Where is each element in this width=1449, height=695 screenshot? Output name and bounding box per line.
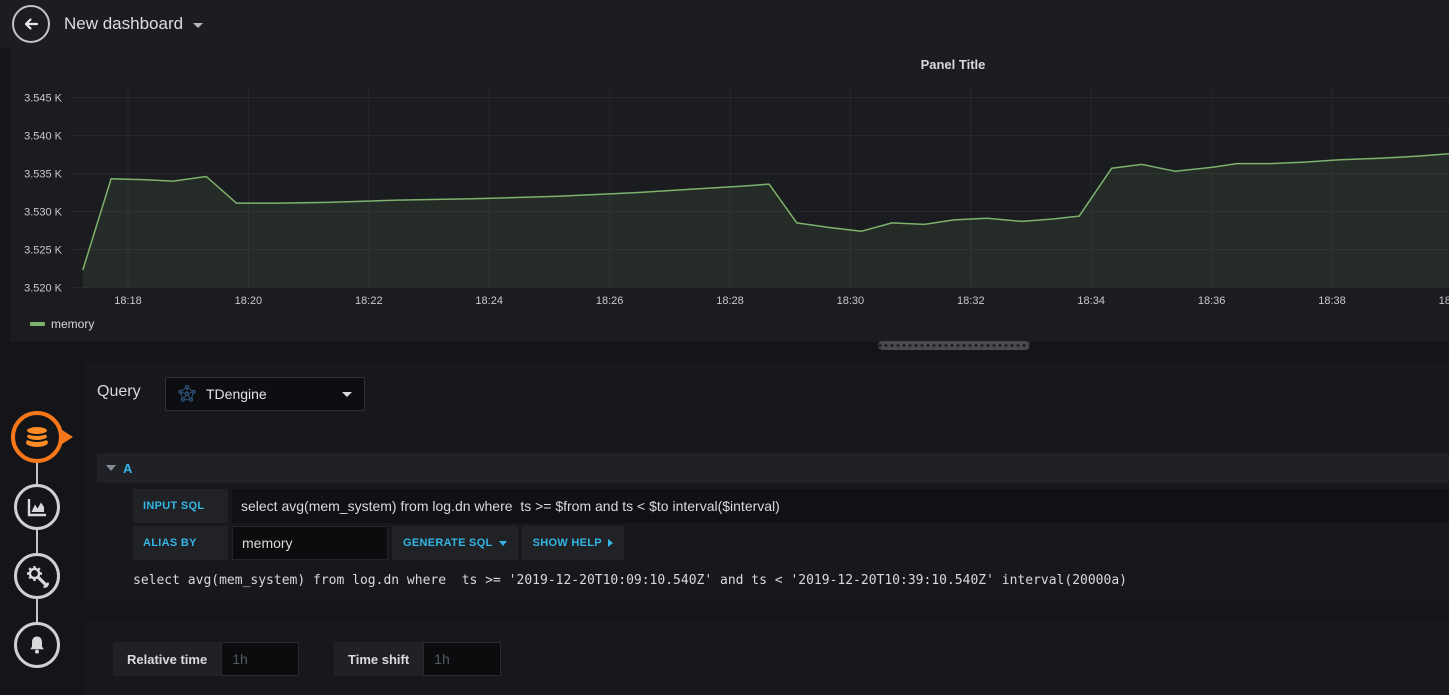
svg-text:18:40: 18:40 — [1439, 295, 1449, 307]
chart-icon — [27, 499, 46, 517]
generate-sql-button[interactable]: GENERATE SQL — [392, 526, 518, 560]
panel-resize-handle[interactable] — [878, 341, 1030, 350]
input-sql-label: INPUT SQL — [133, 489, 228, 523]
show-help-button[interactable]: SHOW HELP — [521, 526, 624, 560]
svg-text:18:36: 18:36 — [1198, 295, 1226, 307]
legend-color-marker — [30, 322, 45, 326]
svg-text:18:18: 18:18 — [114, 295, 142, 307]
collapse-caret-icon — [106, 465, 116, 471]
svg-text:18:34: 18:34 — [1077, 295, 1105, 307]
svg-text:18:30: 18:30 — [837, 295, 865, 307]
panel-title[interactable]: Panel Title — [10, 57, 1449, 72]
tab-queries[interactable] — [11, 411, 63, 463]
time-shift-group: Time shift — [334, 642, 502, 676]
query-editor-section: Query TDengine A INPUT SQL ALIAS BY GENE… — [85, 363, 1449, 600]
tab-general-settings[interactable] — [14, 553, 60, 599]
chevron-right-icon — [607, 539, 613, 547]
query-row-header-A[interactable]: A — [97, 453, 1449, 483]
chevron-down-icon — [498, 540, 507, 546]
datasource-picker[interactable]: TDengine — [165, 377, 365, 411]
query-ref-id: A — [123, 460, 133, 476]
back-button[interactable] — [12, 5, 50, 43]
svg-text:18:22: 18:22 — [355, 295, 383, 307]
show-help-label: SHOW HELP — [532, 537, 602, 549]
time-shift-label: Time shift — [334, 642, 424, 676]
svg-text:18:26: 18:26 — [596, 295, 624, 307]
svg-text:3.540 K: 3.540 K — [24, 131, 63, 143]
dashboard-header: New dashboard — [0, 0, 1449, 48]
svg-text:18:38: 18:38 — [1318, 295, 1346, 307]
tab-visualization[interactable] — [14, 484, 60, 530]
query-section-title: Query — [97, 383, 141, 400]
svg-text:3.545 K: 3.545 K — [24, 93, 63, 105]
svg-text:3.525 K: 3.525 K — [24, 245, 63, 257]
memory-timeseries-chart[interactable]: 3.545 K 3.540 K 3.535 K 3.530 K 3.525 K 3.520… — [10, 88, 1449, 310]
svg-text:18:32: 18:32 — [957, 295, 985, 307]
svg-text:3.520 K: 3.520 K — [24, 283, 63, 295]
svg-text:3.530 K: 3.530 K — [24, 207, 63, 219]
svg-text:3.535 K: 3.535 K — [24, 169, 63, 181]
datasource-name: TDengine — [206, 386, 267, 402]
arrow-left-icon — [24, 18, 39, 30]
gear-icon — [27, 566, 49, 588]
relative-time-group: Relative time — [113, 642, 300, 676]
svg-text:18:20: 18:20 — [235, 295, 263, 307]
time-options-section: Relative time Time shift — [85, 622, 1449, 695]
alias-by-label: ALIAS BY — [133, 526, 228, 560]
tab-connector — [36, 463, 38, 484]
alias-by-field[interactable] — [232, 526, 388, 560]
input-sql-row: INPUT SQL — [133, 489, 1449, 523]
relative-time-label: Relative time — [113, 642, 222, 676]
chevron-down-icon — [342, 391, 352, 397]
dashboard-title[interactable]: New dashboard — [64, 14, 183, 34]
chart-panel: Panel Title 3.545 K 3.540 K 3.535 K 3.530 K… — [10, 48, 1449, 342]
time-shift-input[interactable] — [423, 642, 502, 676]
input-sql-field[interactable] — [232, 489, 1449, 523]
generate-sql-label: GENERATE SQL — [403, 537, 493, 549]
svg-text:18:28: 18:28 — [716, 295, 744, 307]
alias-by-row: ALIAS BY GENERATE SQL SHOW HELP — [133, 526, 624, 560]
svg-text:18:24: 18:24 — [475, 295, 503, 307]
bell-icon — [30, 636, 44, 654]
generated-sql-text: select avg(mem_system) from log.dn where… — [133, 573, 1127, 588]
tdengine-logo-icon — [178, 385, 196, 402]
database-icon — [25, 425, 49, 447]
tab-connector — [36, 599, 38, 622]
tab-alert[interactable] — [14, 622, 60, 668]
tab-connector — [36, 530, 38, 553]
chevron-down-icon[interactable] — [193, 23, 204, 28]
relative-time-input[interactable] — [221, 642, 300, 676]
legend-item-memory[interactable]: memory — [30, 317, 94, 331]
legend-label: memory — [51, 317, 95, 331]
